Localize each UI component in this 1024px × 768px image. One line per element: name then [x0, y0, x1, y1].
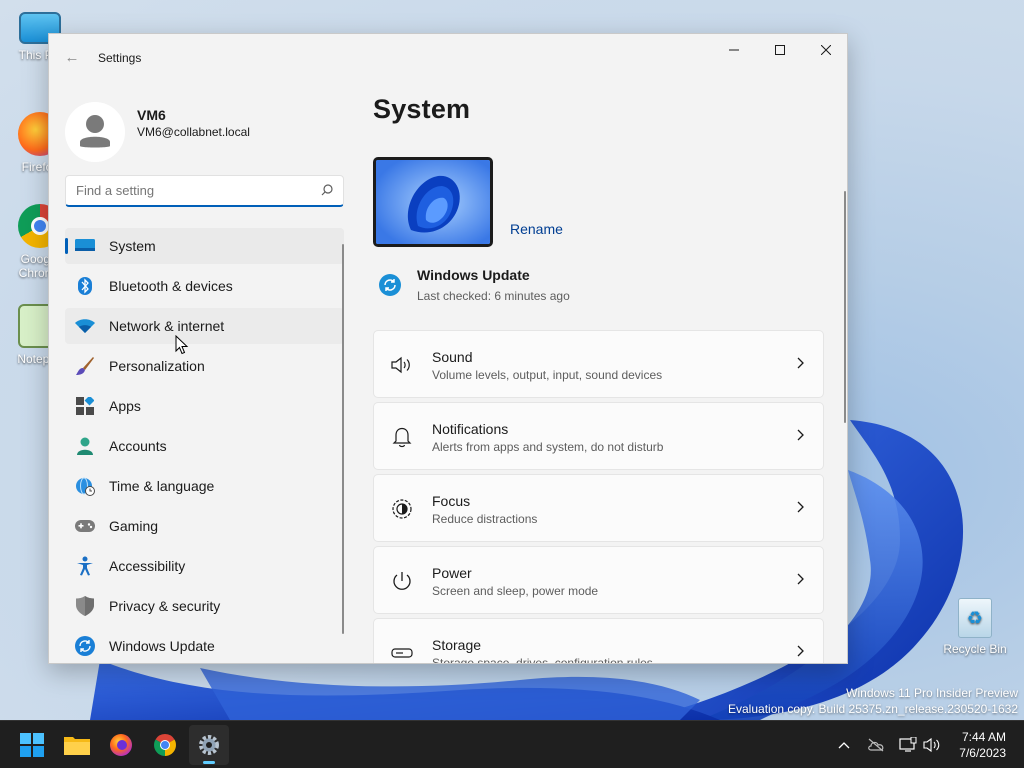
- bluetooth-icon: [75, 276, 95, 296]
- volume-button[interactable]: [922, 735, 942, 755]
- wallpaper-bloom-icon: [376, 160, 490, 244]
- show-hidden-icons-button[interactable]: [834, 735, 854, 755]
- nav-item-privacy-security[interactable]: Privacy & security: [65, 588, 344, 624]
- search-box[interactable]: [65, 175, 344, 207]
- wifi-icon: [75, 316, 95, 336]
- chevron-right-icon: [797, 501, 804, 513]
- speaker-icon: [390, 353, 414, 377]
- card-focus[interactable]: Focus Reduce distractions: [373, 474, 824, 542]
- rename-link[interactable]: Rename: [510, 221, 563, 237]
- maximize-icon: [775, 45, 785, 55]
- onedrive-icon: [868, 738, 884, 752]
- shield-icon: [75, 596, 95, 616]
- nav-item-windows-update[interactable]: Windows Update: [65, 628, 344, 663]
- card-storage[interactable]: Storage Storage space, drives, configura…: [373, 618, 824, 663]
- chevron-right-icon: [797, 645, 804, 657]
- settings-window: ← Settings VM6 VM6@collabnet.local Find …: [48, 33, 848, 664]
- evaluation-watermark: Windows 11 Pro Insider Preview Evaluatio…: [728, 686, 1018, 716]
- nav-scrollbar[interactable]: [342, 244, 344, 634]
- back-button[interactable]: ←: [61, 48, 83, 68]
- minimize-icon: [729, 49, 739, 51]
- search-input[interactable]: [66, 176, 306, 204]
- chevron-right-icon: [797, 357, 804, 369]
- bell-icon: [390, 425, 414, 449]
- content-scrollbar[interactable]: [844, 191, 846, 423]
- nav-item-accessibility[interactable]: Accessibility: [65, 548, 344, 584]
- system-page: System Rename Windows Update Last checke…: [373, 82, 847, 663]
- accessibility-icon: [75, 556, 95, 576]
- close-button[interactable]: [803, 34, 847, 66]
- settings-taskbar-button[interactable]: [189, 725, 229, 765]
- focus-icon: [390, 497, 414, 521]
- windows-update-subtitle: Last checked: 6 minutes ago: [417, 289, 570, 303]
- nav-item-network[interactable]: Network & internet: [65, 308, 344, 344]
- mouse-cursor-icon: [175, 335, 189, 355]
- onedrive-button[interactable]: [866, 735, 886, 755]
- taskbar: 7:44 AM 7/6/2023: [0, 720, 1024, 768]
- person-icon: [75, 436, 95, 456]
- nav-item-time-language[interactable]: Time & language: [65, 468, 344, 504]
- chrome-icon: [154, 734, 176, 756]
- firefox-icon: [110, 734, 132, 756]
- clock-time: 7:44 AM: [961, 730, 1006, 744]
- desktop-thumbnail: [373, 157, 493, 247]
- update-icon: [379, 274, 401, 299]
- selection-indicator: [65, 238, 68, 254]
- volume-icon: [923, 737, 940, 753]
- card-notifications[interactable]: Notifications Alerts from apps and syste…: [373, 402, 824, 470]
- chevron-right-icon: [797, 573, 804, 585]
- nav-item-gaming[interactable]: Gaming: [65, 508, 344, 544]
- nav-item-system[interactable]: System: [65, 228, 344, 264]
- recycle-bin-icon: ♻: [958, 598, 992, 638]
- close-icon: [821, 45, 831, 55]
- chevron-right-icon: [797, 429, 804, 441]
- back-arrow-icon: ←: [64, 49, 80, 66]
- taskbar-clock[interactable]: 7:44 AM 7/6/2023: [959, 729, 1006, 761]
- nav-item-bluetooth[interactable]: Bluetooth & devices: [65, 268, 344, 304]
- settings-nav: System Bluetooth & devices Network & int…: [65, 228, 344, 663]
- nav-item-personalization[interactable]: Personalization: [65, 348, 344, 384]
- minimize-button[interactable]: [711, 34, 757, 66]
- avatar: [65, 102, 125, 162]
- gamepad-icon: [75, 516, 95, 536]
- monitor-icon: [75, 236, 95, 256]
- nav-item-accounts[interactable]: Accounts: [65, 428, 344, 464]
- globe-clock-icon: [75, 476, 95, 496]
- user-profile[interactable]: VM6 VM6@collabnet.local: [65, 102, 345, 162]
- user-name: VM6: [137, 107, 166, 123]
- apps-icon: [75, 396, 95, 416]
- windows-update-title: Windows Update: [417, 267, 530, 283]
- network-icon: [899, 737, 917, 752]
- card-power[interactable]: Power Screen and sleep, power mode: [373, 546, 824, 614]
- window-title: Settings: [98, 51, 142, 65]
- card-sound[interactable]: Sound Volume levels, output, input, soun…: [373, 330, 824, 398]
- active-app-indicator: [203, 761, 215, 764]
- title-bar[interactable]: ← Settings: [49, 34, 847, 82]
- search-icon[interactable]: [321, 184, 333, 196]
- page-title: System: [373, 94, 471, 124]
- update-icon: [75, 636, 95, 656]
- chevron-up-icon: [838, 742, 850, 749]
- maximize-button[interactable]: [757, 34, 803, 66]
- file-explorer-icon: [64, 737, 90, 755]
- clock-date: 7/6/2023: [959, 746, 1006, 760]
- nav-item-apps[interactable]: Apps: [65, 388, 344, 424]
- chrome-taskbar-button[interactable]: [145, 725, 185, 765]
- file-explorer-button[interactable]: [57, 725, 97, 765]
- network-button[interactable]: [898, 735, 918, 755]
- brush-icon: [75, 356, 95, 376]
- windows-update-status[interactable]: Windows Update Last checked: 6 minutes a…: [373, 264, 843, 308]
- person-icon: [65, 102, 125, 162]
- start-button[interactable]: [12, 725, 52, 765]
- power-icon: [390, 569, 414, 593]
- settings-icon: [199, 735, 219, 755]
- start-icon: [20, 733, 44, 757]
- user-email: VM6@collabnet.local: [137, 125, 250, 139]
- settings-cards: Sound Volume levels, output, input, soun…: [373, 330, 824, 663]
- storage-icon: [390, 641, 414, 663]
- desktop-icon-recycle-bin[interactable]: ♻ Recycle Bin: [939, 598, 1011, 656]
- firefox-taskbar-button[interactable]: [101, 725, 141, 765]
